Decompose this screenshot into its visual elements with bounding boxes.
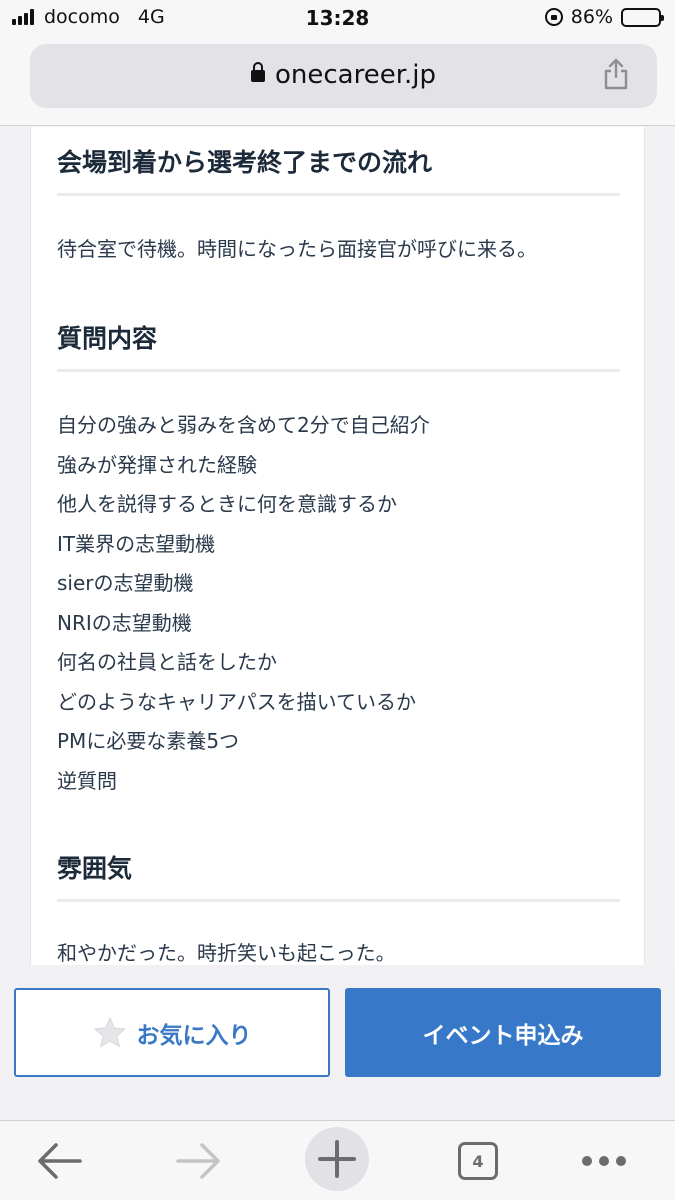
section-text-atmosphere: 和やかだった。時折笑いも起こった。 (57, 941, 396, 965)
share-icon[interactable] (603, 58, 629, 90)
forward-arrow-icon (176, 1143, 220, 1179)
battery-icon (621, 7, 664, 27)
action-bar: お気に入り イベント申込み (0, 965, 675, 1120)
new-tab-button[interactable] (305, 1127, 369, 1191)
list-item: どのようなキャリアパスを描いているか (57, 689, 416, 714)
section-questions: 質問内容 自分の強みと弱みを含めて2分で自己紹介 強みが発揮された経験 他人を説… (57, 319, 620, 801)
apply-label: イベント申込み (422, 1022, 584, 1049)
list-item: 他人を説得するときに何を意識するか (57, 492, 397, 516)
section-title-questions: 質問内容 (57, 319, 620, 372)
list-item: sierの志望動機 (57, 571, 194, 595)
section-atmosphere: 雰囲気 和やかだった。時折笑いも起こった。 (57, 849, 620, 965)
apply-event-button[interactable]: イベント申込み (345, 988, 661, 1077)
section-title-flow: 会場到着から選考終了までの流れ (57, 143, 620, 196)
url-display[interactable]: onecareer.jp (30, 60, 657, 90)
tabs-icon: 4 (458, 1142, 498, 1180)
plus-icon (305, 1127, 369, 1191)
back-button[interactable] (34, 1131, 84, 1191)
list-item: 逆質問 (57, 768, 117, 793)
favorite-button[interactable]: お気に入り (14, 988, 330, 1077)
browser-toolbar: 4 (0, 1120, 675, 1200)
padlock-icon (250, 62, 265, 82)
section-text-flow: 待合室で待機。時間になったら面接官が呼びに来る。 (57, 237, 537, 261)
battery-percent: 86% (570, 6, 613, 28)
section-title-atmosphere: 雰囲気 (57, 849, 620, 902)
browser-header: onecareer.jp (0, 38, 675, 126)
star-icon (93, 1016, 126, 1048)
tabs-button[interactable]: 4 (456, 1131, 500, 1191)
list-item: IT業界の志望動機 (57, 531, 216, 556)
rotation-lock-icon (544, 8, 563, 26)
status-right: 86% (544, 6, 664, 28)
address-bar[interactable]: onecareer.jp (30, 44, 657, 108)
list-item: 何名の社員と話をしたか (57, 650, 277, 674)
list-item: PMに必要な素養5つ (57, 729, 240, 753)
list-item: 強みが発揮された経験 (57, 452, 257, 477)
page-content: 会場到着から選考終了までの流れ 待合室で待機。時間になったら面接官が呼びに来る。… (30, 127, 645, 965)
status-bar: docomo 4G 13:28 86% (0, 0, 675, 38)
back-arrow-icon (38, 1143, 82, 1179)
question-list: 自分の強みと弱みを含めて2分で自己紹介 強みが発揮された経験 他人を説得するとき… (57, 406, 620, 801)
tab-count: 4 (472, 1151, 484, 1171)
list-item: 自分の強みと弱みを含めて2分で自己紹介 (57, 413, 430, 437)
list-item: NRIの志望動機 (57, 610, 192, 635)
more-icon (582, 1156, 626, 1166)
favorite-label: お気に入り (136, 1022, 252, 1049)
forward-button[interactable] (174, 1131, 224, 1191)
more-button[interactable] (578, 1131, 630, 1191)
url-text: onecareer.jp (274, 60, 436, 90)
section-flow: 会場到着から選考終了までの流れ 待合室で待機。時間になったら面接官が呼びに来る。 (57, 143, 620, 270)
